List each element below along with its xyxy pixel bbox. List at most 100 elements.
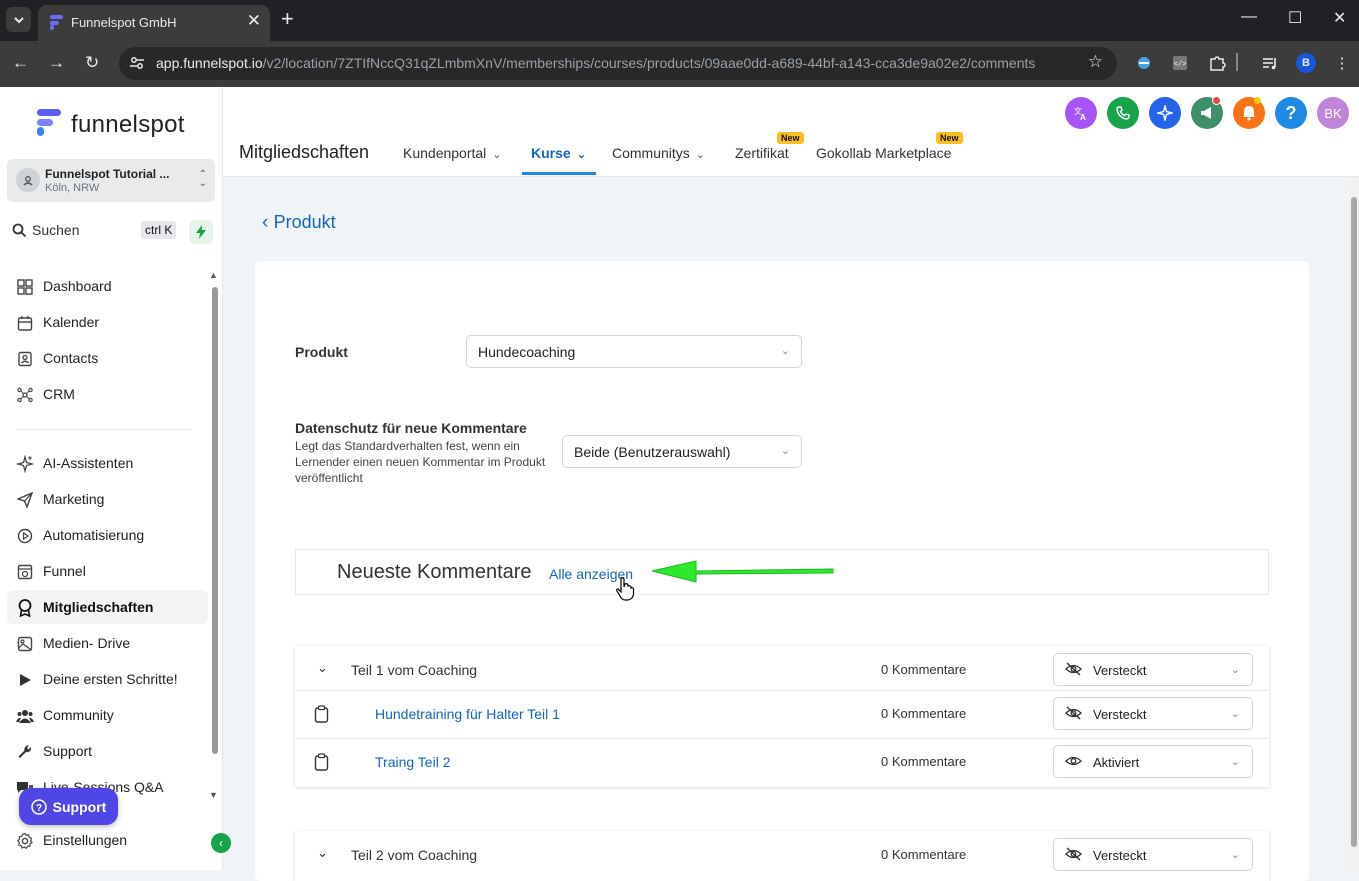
page-title: Mitgliedschaften — [239, 142, 370, 162]
visibility-select[interactable]: Versteckt ⌄ — [1053, 697, 1253, 730]
sidebar-item-crm[interactable]: CRM — [7, 377, 208, 411]
translate-icon[interactable]: 文A — [1065, 97, 1097, 129]
privacy-description: Legt das Standardverhalten fest, wenn ei… — [295, 439, 546, 485]
visibility-select[interactable]: Versteckt ⌄ — [1053, 653, 1253, 686]
search-label: Suchen — [32, 222, 80, 238]
sidebar-item-kalender[interactable]: Kalender — [7, 305, 208, 339]
reload-icon[interactable]: ↻ — [85, 53, 99, 73]
quick-actions-bolt-icon[interactable] — [189, 220, 213, 244]
phone-icon[interactable] — [1107, 97, 1139, 129]
help-icon[interactable]: ? — [1275, 97, 1307, 129]
logo-text: funnelspot — [71, 111, 185, 138]
section-title: Teil 2 vom Coaching — [351, 847, 478, 863]
visibility-select[interactable]: Versteckt ⌄ — [1053, 838, 1253, 871]
sidebar-item-label: CRM — [43, 386, 75, 402]
tab-search-button[interactable] — [6, 7, 31, 32]
lesson-link[interactable]: Hundetraining für Halter Teil 1 — [375, 706, 560, 722]
tab-communitys[interactable]: Communitys ⌄ — [612, 145, 705, 161]
table-row: ⌄ Teil 1 vom Coaching 0 Kommentare Verst… — [295, 646, 1269, 694]
tab-zertifikat[interactable]: Zertifikat — [735, 145, 789, 161]
automation-icon — [16, 527, 34, 545]
chevron-down-icon: ⌄ — [492, 149, 502, 161]
site-settings-icon[interactable] — [128, 54, 146, 77]
location-switcher[interactable]: Funnelspot Tutorial ... Köln, NRW ⌃ ⌄ — [7, 159, 215, 202]
sidebar-item-label: Contacts — [43, 350, 99, 366]
sidebar-item-dashboard[interactable]: Dashboard — [7, 269, 208, 303]
tab-gokollab-marketplace[interactable]: Gokollab Marketplace — [816, 145, 951, 161]
sidebar-item-label: AI-Assistenten — [43, 455, 134, 471]
close-tab-icon[interactable]: ✕ — [247, 11, 261, 31]
visibility-select[interactable]: Aktiviert ⌄ — [1053, 745, 1253, 778]
sidebar-item-automatisierung[interactable]: Automatisierung — [7, 518, 208, 552]
chevron-down-icon[interactable]: ⌄ — [317, 845, 328, 861]
back-to-product-link[interactable]: ‹ Produkt — [262, 212, 336, 234]
code-extension-icon[interactable]: </> — [1170, 53, 1190, 73]
chevron-down-icon: ⌄ — [1230, 849, 1240, 861]
svg-text:?: ? — [36, 803, 42, 814]
new-tab-button[interactable]: + — [281, 7, 294, 31]
page-scrollbar[interactable] — [1349, 177, 1359, 870]
browser-menu-icon[interactable]: ⋮ — [1332, 53, 1352, 73]
puzzle-extensions-icon[interactable] — [1207, 53, 1227, 73]
extension-icon[interactable] — [1134, 53, 1154, 73]
bell-icon[interactable] — [1233, 97, 1265, 129]
sidebar-scroll-thumb[interactable] — [212, 287, 218, 754]
sidebar-item-community[interactable]: Community — [7, 698, 208, 732]
url-text: app.funnelspot.io/v2/location/7ZTIfNccQ3… — [156, 55, 1036, 71]
tab-kurse[interactable]: Kurse ⌄ — [531, 145, 586, 161]
sidebar-item-contacts[interactable]: Contacts — [7, 341, 208, 375]
recent-comments-heading: Neueste Kommentare — [337, 561, 532, 583]
play-icon — [16, 671, 34, 689]
close-window-icon[interactable]: ✕ — [1333, 8, 1346, 28]
sidebar-search[interactable]: Suchen ctrl K — [7, 218, 182, 244]
sidebar-item-label: Deine ersten Schritte! — [43, 671, 178, 687]
sidebar-item-mitgliedschaften[interactable]: Mitgliedschaften — [7, 590, 208, 624]
sidebar-item-deine-ersten-schritte[interactable]: Deine ersten Schritte! — [7, 662, 208, 696]
calendar-icon — [16, 314, 34, 332]
svg-text:A: A — [1080, 113, 1086, 121]
sidebar-item-support[interactable]: Support — [7, 734, 208, 768]
sidebar-item-label: Funnel — [43, 563, 86, 579]
browser-tab[interactable]: Funnelspot GmbH ✕ — [38, 5, 270, 41]
crm-icon — [16, 386, 34, 404]
product-select[interactable]: Hundecoaching ⌄ — [466, 335, 802, 368]
chevron-left-icon: ‹ — [262, 212, 269, 233]
back-arrow-icon[interactable]: ← — [12, 53, 29, 73]
chevron-down-icon: ⌄ — [780, 345, 790, 357]
announcement-megaphone-icon[interactable] — [1191, 96, 1223, 129]
page-scroll-thumb[interactable] — [1351, 197, 1357, 847]
tab-kundenportal[interactable]: Kundenportal ⌄ — [403, 145, 502, 161]
support-button[interactable]: ? Support — [19, 788, 118, 825]
collapse-sidebar-button[interactable]: ‹ — [211, 833, 231, 853]
sidebar-item-label: Support — [43, 743, 93, 759]
minimize-icon[interactable]: — — [1241, 8, 1257, 26]
table-row: Hundetraining für Halter Teil 1 0 Kommen… — [295, 690, 1269, 738]
chevron-down-icon[interactable]: ⌄ — [317, 660, 328, 676]
sidebar-item-medien-drive[interactable]: Medien- Drive — [7, 626, 208, 660]
annotation-arrow — [651, 560, 834, 583]
sidebar-item-marketing[interactable]: Marketing — [7, 482, 208, 516]
sidebar-item-ai-assistenten[interactable]: AI-Assistenten — [7, 446, 208, 480]
lesson-link[interactable]: Traing Teil 2 — [375, 754, 450, 770]
eye-icon — [1065, 754, 1082, 771]
chevron-updown-icon: ⌃ ⌄ — [198, 169, 207, 189]
profile-avatar[interactable]: B — [1296, 53, 1316, 73]
sidebar: funnelspot Funnelspot Tutorial ... Köln,… — [0, 87, 231, 870]
badge-icon — [16, 599, 34, 617]
search-shortcut: ctrl K — [141, 221, 177, 239]
sidebar-item-funnel[interactable]: Funnel — [7, 554, 208, 588]
comment-count: 0 Kommentare — [881, 662, 967, 677]
maximize-icon[interactable]: ☐ — [1288, 8, 1302, 28]
chevron-down-icon: ⌄ — [576, 149, 586, 161]
user-avatar[interactable]: BK — [1317, 97, 1349, 129]
privacy-select[interactable]: Beide (Benutzerauswahl) ⌄ — [562, 435, 802, 468]
funnel-icon — [16, 563, 34, 581]
ai-sparkle-icon[interactable] — [1149, 97, 1181, 129]
new-badge: New — [936, 132, 963, 144]
sidebar-item-einstellungen[interactable]: Einstellungen — [7, 823, 208, 857]
address-bar[interactable]: app.funnelspot.io/v2/location/7ZTIfNccQ3… — [119, 47, 1117, 80]
bookmark-star-icon[interactable]: ☆ — [1088, 52, 1103, 72]
wrench-icon — [16, 743, 34, 761]
media-playlist-icon[interactable] — [1260, 53, 1280, 73]
forward-arrow-icon[interactable]: → — [48, 53, 65, 73]
